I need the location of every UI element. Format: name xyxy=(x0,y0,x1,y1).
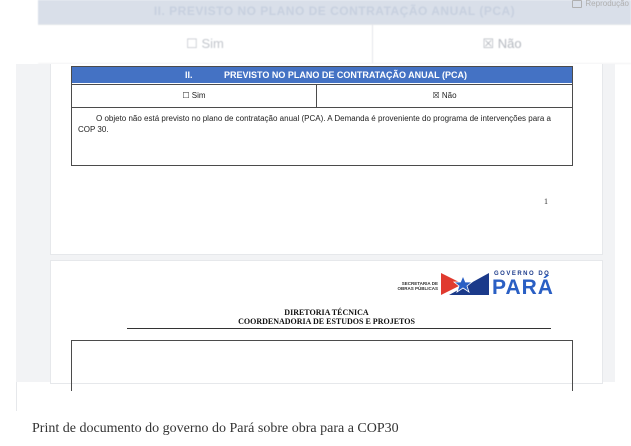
blurred-options-row: ☐ Sim ☒ Não xyxy=(38,24,631,63)
document-page-2: SECRETARIA DE OBRAS PÚBLICAS GOVERNO DO … xyxy=(50,260,603,391)
caption-divider xyxy=(16,382,17,411)
pca-body-text: O objeto não está previsto no plano de c… xyxy=(78,114,551,134)
heading-rule xyxy=(127,328,551,329)
page-2-table-frame xyxy=(71,340,573,391)
blurred-option-nao: ☒ Não xyxy=(482,36,522,51)
pca-table: II. PREVISTO NO PLANO DE CONTRATAÇÃO ANU… xyxy=(71,66,573,166)
credit-text: Reprodução xyxy=(585,0,629,8)
blurred-option-sim: ☐ Sim xyxy=(38,25,373,63)
pca-table-header: II. PREVISTO NO PLANO DE CONTRATAÇÃO ANU… xyxy=(72,67,572,83)
page-number: 1 xyxy=(544,197,548,206)
document-image: II. PREVISTO NO PLANO DE CONTRATAÇÃO ANU… xyxy=(16,64,615,391)
document-page-1: II. PREVISTO NO PLANO DE CONTRATAÇÃO ANU… xyxy=(50,64,603,255)
para-label: PARÁ xyxy=(492,276,554,299)
blurred-table-header: II. PREVISTO NO PLANO DE CONTRATAÇÃO ANU… xyxy=(38,0,631,24)
secretaria-label: SECRETARIA DE OBRAS PÚBLICAS xyxy=(396,281,438,291)
option-nao: ☒ Não xyxy=(317,84,572,108)
pca-section-number: II. xyxy=(185,70,193,80)
para-flag-icon xyxy=(441,273,489,295)
secretaria-line-2: OBRAS PÚBLICAS xyxy=(397,286,438,291)
pca-section-title: PREVISTO NO PLANO DE CONTRATAÇÃO ANUAL (… xyxy=(224,70,468,80)
blurred-background-table: II. PREVISTO NO PLANO DE CONTRATAÇÃO ANU… xyxy=(38,0,631,64)
governo-para-logo: SECRETARIA DE OBRAS PÚBLICAS GOVERNO DO … xyxy=(396,269,556,299)
camera-icon xyxy=(572,0,583,8)
photo-credit: Reprodução xyxy=(572,0,629,8)
coordenadoria-heading: COORDENADORIA DE ESTUDOS E PROJETOS xyxy=(238,317,415,326)
option-sim: ☐ Sim xyxy=(72,84,317,108)
image-caption: Print de documento do governo do Pará so… xyxy=(32,421,399,436)
diretoria-heading: DIRETORIA TÉCNICA xyxy=(284,308,369,317)
